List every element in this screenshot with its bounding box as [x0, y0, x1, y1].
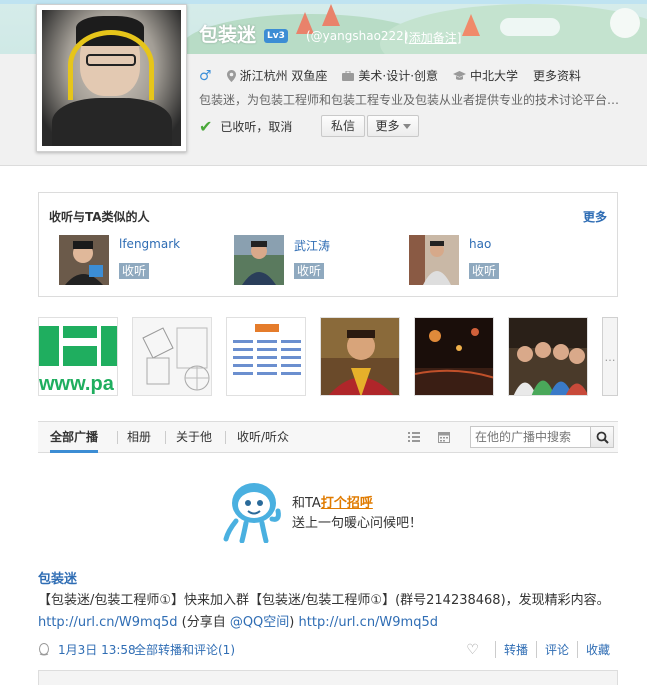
comment-button[interactable]: 评论: [535, 641, 577, 658]
tab-divider: [165, 431, 166, 444]
favorite-button[interactable]: 收藏: [576, 641, 618, 658]
gender-male-icon: ♂: [199, 67, 212, 84]
message-button[interactable]: 私信: [321, 115, 365, 137]
person-avatar[interactable]: [234, 235, 284, 285]
location-item: 浙江杭州 双鱼座: [226, 67, 328, 84]
briefcase-icon: [342, 70, 355, 81]
greeting-line2: 送上一句暖心问候吧！: [292, 516, 423, 531]
greeting-prefix: 和TA: [292, 496, 321, 511]
follow-status[interactable]: ✔ 已收听，取消: [199, 117, 292, 136]
calendar-view-icon[interactable]: [438, 431, 450, 443]
location-pin-icon: [226, 69, 236, 82]
level-badge[interactable]: Lv3: [264, 29, 288, 43]
post-text-share: (分享自: [177, 615, 230, 630]
profile-avatar[interactable]: [36, 4, 187, 152]
post-meta: 1月3日 13:58 全部转播和评论(1) ♡ 转播 评论 收藏: [38, 641, 618, 659]
post-text-main: 【包装迷/包装工程师①】快来加入群【包装迷/包装工程师①】(群号21423846…: [38, 593, 610, 608]
location-text: 浙江杭州 双鱼座: [239, 69, 328, 83]
greeting-text: 和TA打个招呼 送上一句暖心问候吧！: [292, 494, 422, 534]
person-name[interactable]: lfengmark: [119, 237, 180, 251]
say-hello-link[interactable]: 打个招呼: [321, 496, 373, 511]
tab-divider: [117, 431, 118, 444]
graduation-cap-icon: [453, 70, 467, 80]
album-photo-sketch[interactable]: [132, 317, 212, 396]
album-photo-logo[interactable]: www.pa: [38, 317, 118, 396]
banner-tree: [322, 4, 340, 26]
school-item: 中北大学: [453, 67, 518, 84]
album-photo-night[interactable]: [414, 317, 494, 396]
person-name[interactable]: hao: [469, 237, 491, 251]
add-remark[interactable]: [添加备注]: [404, 29, 461, 46]
add-remark-link[interactable]: 添加备注: [409, 31, 457, 45]
comment-bar[interactable]: [38, 670, 618, 685]
more-info-link[interactable]: 更多资料: [533, 67, 581, 84]
post-mention-link[interactable]: @QQ空间: [230, 615, 289, 630]
follow-button[interactable]: 收听: [119, 263, 150, 279]
banner-cloud: [500, 18, 560, 36]
post-author[interactable]: 包装迷: [38, 568, 77, 587]
more-button[interactable]: 更多: [367, 115, 419, 137]
photos-more-button[interactable]: …: [602, 317, 618, 396]
mascot-icon: [223, 483, 281, 543]
similar-person-card: hao 收听: [399, 235, 559, 287]
album-photo-group[interactable]: [508, 317, 588, 396]
follow-button[interactable]: 收听: [469, 263, 500, 279]
tab-all-broadcasts[interactable]: 全部广播: [50, 422, 99, 453]
post-actions: ♡ 转播 评论 收藏: [466, 641, 618, 658]
post-text-close: ): [289, 615, 299, 630]
search-button[interactable]: [590, 426, 614, 448]
similar-person-card: 武江涛 收听: [224, 235, 384, 287]
person-name[interactable]: 武江涛: [294, 237, 330, 254]
banner-ghost: [610, 8, 640, 38]
check-icon: ✔: [199, 117, 213, 136]
tab-divider: [225, 431, 226, 444]
chevron-down-icon: [402, 124, 411, 129]
banner-tree: [462, 14, 480, 36]
post-link[interactable]: http://url.cn/W9mq5d: [38, 615, 177, 630]
person-avatar[interactable]: [59, 235, 109, 285]
svg-text:www.pa: www.pa: [39, 373, 115, 395]
follow-button[interactable]: 收听: [294, 263, 325, 279]
profile-info-row: ♂ 浙江杭州 双鱼座 美术·设计·创意 中北大学 更多资料: [199, 67, 596, 84]
relay-button[interactable]: 转播: [494, 641, 536, 658]
tab-album[interactable]: 相册: [127, 422, 151, 452]
profile-bio: 包装迷，为包装工程师和包装工程专业及包装从业者提供专业的技术讨论平台…: [199, 93, 620, 107]
industry-text: 美术·设计·创意: [358, 69, 439, 83]
post-content: 【包装迷/包装工程师①】快来加入群【包装迷/包装工程师①】(群号21423846…: [38, 590, 618, 634]
similar-people-more-link[interactable]: 更多: [583, 208, 607, 225]
follow-status-text[interactable]: 已收听，取消: [220, 118, 292, 135]
tab-followers[interactable]: 收听/听众: [237, 422, 289, 452]
profile-handle: (@yangshao222): [306, 29, 409, 43]
album-photo-monk[interactable]: [320, 317, 400, 396]
qq-client-icon: [39, 643, 49, 656]
list-view-icon[interactable]: [408, 431, 420, 442]
post-link[interactable]: http://url.cn/W9mq5d: [299, 615, 438, 630]
album-photo-diagram[interactable]: [226, 317, 306, 396]
person-avatar[interactable]: [409, 235, 459, 285]
profile-name: 包装迷: [199, 24, 257, 46]
industry-item: 美术·设计·创意: [342, 67, 438, 84]
feed-search-input[interactable]: [470, 426, 592, 448]
post-time[interactable]: 1月3日 13:58: [58, 641, 136, 658]
heart-icon[interactable]: ♡: [466, 642, 479, 658]
more-button-label: 更多: [375, 119, 400, 133]
school-text: 中北大学: [470, 69, 519, 83]
header-divider: [0, 165, 647, 166]
all-relays-link[interactable]: 全部转播和评论(1): [134, 641, 235, 658]
similar-people-panel: 收听与TA类似的人 更多 lfengmark 收听 武江涛 收听 hao 收听: [38, 192, 618, 297]
tab-about[interactable]: 关于他: [176, 422, 212, 452]
similar-person-card: lfengmark 收听: [49, 235, 209, 287]
similar-people-title: 收听与TA类似的人: [49, 210, 150, 224]
avatar-photo: [42, 10, 181, 146]
search-icon: [596, 431, 609, 444]
feed-tabs: 全部广播 相册 关于他 收听/听众: [38, 421, 618, 453]
